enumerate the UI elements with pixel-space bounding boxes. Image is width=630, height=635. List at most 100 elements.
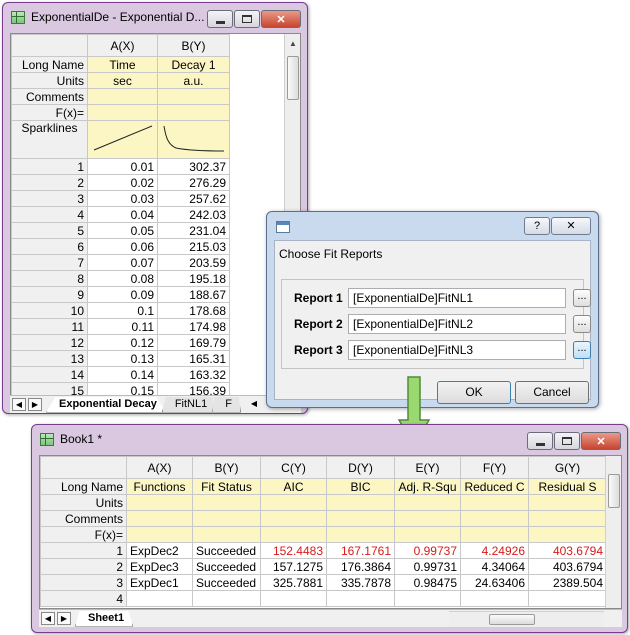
cell-a[interactable]: 0.03 (87, 190, 158, 207)
meta-cell[interactable] (192, 510, 261, 527)
cell-a[interactable]: 0.11 (87, 318, 158, 335)
meta-cell[interactable] (260, 494, 327, 511)
meta-cell[interactable] (126, 526, 193, 543)
data-cell[interactable] (260, 590, 327, 607)
col-header[interactable]: C(Y) (260, 456, 327, 479)
cell-b[interactable]: 178.68 (157, 302, 230, 319)
data-cell[interactable]: 157.1275 (260, 558, 327, 575)
meta-cell[interactable]: sec (87, 72, 158, 89)
cell-a[interactable]: 0.01 (87, 158, 158, 175)
meta-cell[interactable] (460, 494, 529, 511)
titlebar[interactable]: Book1 * ✕ (32, 425, 627, 453)
horizontal-scrollbar[interactable] (449, 611, 604, 627)
meta-cell[interactable] (460, 526, 529, 543)
long-name-cell[interactable]: AIC (260, 478, 327, 495)
report-2-input[interactable]: [ExponentialDe]FitNL2 (348, 314, 566, 334)
meta-cell[interactable] (326, 510, 395, 527)
tab-f[interactable]: F (212, 396, 241, 413)
meta-cell[interactable] (126, 510, 193, 527)
long-name-cell[interactable]: BIC (326, 478, 395, 495)
cell-b[interactable]: 169.79 (157, 334, 230, 351)
cell-b[interactable]: 195.18 (157, 270, 230, 287)
data-cell[interactable]: 403.6794 (528, 542, 607, 559)
row-header[interactable]: 15 (11, 382, 88, 395)
maximize-button[interactable] (234, 10, 260, 28)
data-cell[interactable]: 4.34064 (460, 558, 529, 575)
row-header[interactable]: 4 (11, 206, 88, 223)
tab-exponential-decay[interactable]: Exponential Decay (46, 396, 166, 413)
cell-a[interactable]: 0.05 (87, 222, 158, 239)
row-header[interactable]: 10 (11, 302, 88, 319)
data-cell[interactable]: Succeeded (192, 574, 261, 591)
col-header[interactable]: E(Y) (394, 456, 461, 479)
row-header[interactable]: 14 (11, 366, 88, 383)
corner-cell[interactable] (11, 34, 88, 57)
meta-cell[interactable] (157, 88, 230, 105)
minimize-button[interactable] (207, 10, 233, 28)
meta-cell[interactable] (528, 526, 607, 543)
cell-b[interactable]: 215.03 (157, 238, 230, 255)
data-cell[interactable]: 0.98475 (394, 574, 461, 591)
data-cell[interactable]: 2389.504 (528, 574, 607, 591)
report-3-browse-button[interactable]: ... (573, 341, 591, 359)
tab-nav-next[interactable]: ▶ (57, 612, 71, 625)
data-cell[interactable] (126, 590, 193, 607)
row-header[interactable]: 4 (40, 590, 127, 607)
cell-a[interactable]: 0.04 (87, 206, 158, 223)
cell-a[interactable]: 0.15 (87, 382, 158, 395)
scroll-up-arrow[interactable]: ▲ (285, 36, 300, 52)
data-cell[interactable]: 325.7881 (260, 574, 327, 591)
cell-a[interactable]: 0.08 (87, 270, 158, 287)
row-header[interactable]: 2 (40, 558, 127, 575)
meta-cell[interactable] (157, 104, 230, 121)
data-cell[interactable]: 152.4483 (260, 542, 327, 559)
report-1-browse-button[interactable]: ... (573, 289, 591, 307)
data-cell[interactable] (192, 590, 261, 607)
report-2-browse-button[interactable]: ... (573, 315, 591, 333)
cell-a[interactable]: 0.09 (87, 286, 158, 303)
meta-cell[interactable]: Time (87, 56, 158, 73)
ok-button[interactable]: OK (437, 381, 511, 404)
cell-b[interactable]: 231.04 (157, 222, 230, 239)
row-header[interactable]: 2 (11, 174, 88, 191)
long-name-cell[interactable]: Adj. R-Squ (394, 478, 461, 495)
cell-b[interactable]: 302.37 (157, 158, 230, 175)
cell-a[interactable]: 0.07 (87, 254, 158, 271)
row-header[interactable]: 7 (11, 254, 88, 271)
meta-cell[interactable] (528, 494, 607, 511)
data-cell[interactable]: 24.63406 (460, 574, 529, 591)
data-cell[interactable]: 4.24926 (460, 542, 529, 559)
meta-cell[interactable] (394, 510, 461, 527)
meta-cell[interactable] (394, 526, 461, 543)
data-cell[interactable]: Succeeded (192, 542, 261, 559)
data-cell[interactable]: 0.99737 (394, 542, 461, 559)
hscroll-thumb[interactable] (489, 614, 535, 625)
cell-a[interactable]: 0.1 (87, 302, 158, 319)
data-cell[interactable]: 403.6794 (528, 558, 607, 575)
report-3-input[interactable]: [ExponentialDe]FitNL3 (348, 340, 566, 360)
data-cell[interactable]: ExpDec1 (126, 574, 193, 591)
data-cell[interactable]: ExpDec3 (126, 558, 193, 575)
cell-b[interactable]: 165.31 (157, 350, 230, 367)
tab-nav-prev[interactable]: ◀ (41, 612, 55, 625)
row-header[interactable]: 12 (11, 334, 88, 351)
close-button[interactable]: ✕ (581, 432, 621, 450)
data-cell[interactable] (528, 590, 607, 607)
meta-cell[interactable] (192, 526, 261, 543)
row-header[interactable]: 1 (11, 158, 88, 175)
row-header[interactable]: 1 (40, 542, 127, 559)
meta-cell[interactable] (260, 526, 327, 543)
meta-cell[interactable] (528, 510, 607, 527)
cell-a[interactable]: 0.02 (87, 174, 158, 191)
cell-b[interactable]: 257.62 (157, 190, 230, 207)
col-header[interactable]: F(Y) (460, 456, 529, 479)
col-header[interactable]: A(X) (126, 456, 193, 479)
meta-cell[interactable]: Decay 1 (157, 56, 230, 73)
row-header[interactable]: 3 (11, 190, 88, 207)
col-header-a[interactable]: A(X) (87, 34, 158, 57)
cell-a[interactable]: 0.12 (87, 334, 158, 351)
meta-cell[interactable] (326, 526, 395, 543)
cell-b[interactable]: 203.59 (157, 254, 230, 271)
col-header-b[interactable]: B(Y) (157, 34, 230, 57)
tab-fitnl1[interactable]: FitNL1 (161, 396, 217, 413)
